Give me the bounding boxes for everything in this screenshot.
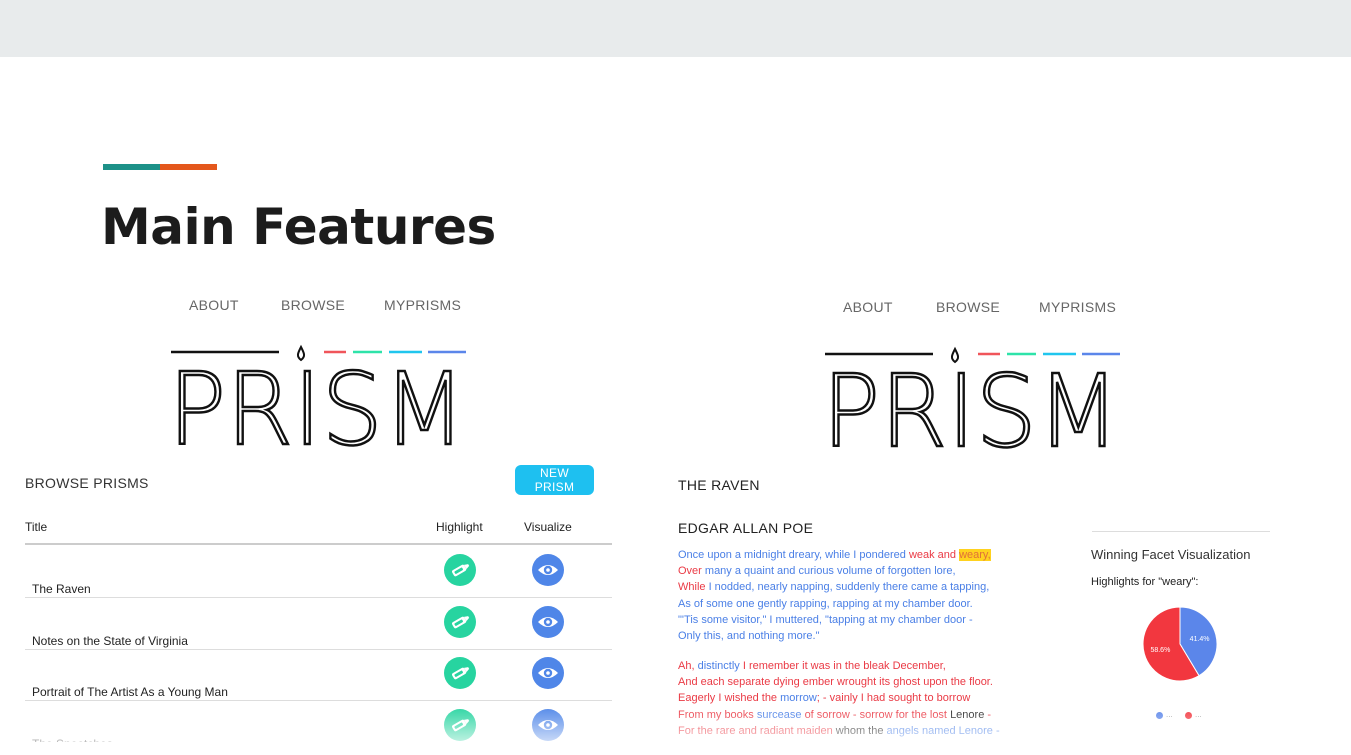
poem-stanza-1[interactable]: Once upon a midnight dreary, while I pon… <box>678 547 991 644</box>
nav-about[interactable]: ABOUT <box>189 297 239 313</box>
nav-about[interactable]: ABOUT <box>843 299 893 315</box>
nav-myprisms[interactable]: MYPRISMS <box>1039 299 1116 315</box>
slide-title: Main Features <box>101 198 496 256</box>
nav-myprisms[interactable]: MYPRISMS <box>384 297 461 313</box>
poem-line[interactable]: Once upon a midnight dreary, while I pon… <box>678 547 991 563</box>
poem-segment[interactable]: weak and <box>909 549 959 561</box>
poem-segment[interactable]: Eagerly I wished the <box>678 692 780 704</box>
row-title[interactable]: Notes on the State of Virginia <box>32 633 188 649</box>
visualization-title: Winning Facet Visualization <box>1091 547 1251 562</box>
top-bar <box>0 0 1351 57</box>
poem-line[interactable]: As of some one gently rapping, rapping a… <box>678 596 991 612</box>
row-title[interactable]: The Raven <box>32 581 91 597</box>
column-visualize: Visualize <box>524 520 572 534</box>
poem-segment[interactable]: Once upon a midnight dreary, while I pon… <box>678 549 909 561</box>
table-row[interactable]: Portrait of The Artist As a Young Man <box>25 649 612 701</box>
highlighter-icon[interactable] <box>444 605 476 638</box>
highlighter-icon[interactable] <box>444 554 476 586</box>
eye-icon[interactable] <box>532 605 564 638</box>
nav-browse[interactable]: BROWSE <box>281 297 345 313</box>
nav-browse[interactable]: BROWSE <box>936 299 1000 315</box>
bottom-fade <box>0 705 1351 755</box>
poem-segment[interactable]: As of some one gently rapping, rapping a… <box>678 598 973 610</box>
prism-title: THE RAVEN <box>678 477 760 493</box>
accent-bar-orange <box>160 164 217 170</box>
poem-line[interactable]: "'Tis some visitor," I muttered, "tappin… <box>678 612 991 628</box>
table-header-divider <box>25 543 612 545</box>
table-row[interactable]: The Raven <box>25 546 612 598</box>
poem-line[interactable]: And each separate dying ember wrought it… <box>678 674 1000 690</box>
poem-segment[interactable]: distinctly <box>698 660 743 672</box>
poem-segment[interactable]: Ah, <box>678 660 698 672</box>
browse-screenshot: ABOUT BROWSE MYPRISMS PRISM BROWSE PRISM… <box>0 280 640 742</box>
poem-segment[interactable]: Over <box>678 565 705 577</box>
poem-segment[interactable]: I remember it was in the bleak December, <box>743 660 946 672</box>
logo-wordmark: PRISM <box>168 351 466 450</box>
row-title[interactable]: Portrait of The Artist As a Young Man <box>32 684 228 700</box>
prism-author: EDGAR ALLAN POE <box>678 520 814 536</box>
browse-heading: BROWSE PRISMS <box>25 475 149 491</box>
pie-slice-label: 58.6% <box>1150 647 1170 654</box>
poem-segment[interactable]: morrow <box>780 692 817 704</box>
poem-segment[interactable]: While <box>678 581 709 593</box>
eye-icon[interactable] <box>532 657 564 689</box>
prism-logo[interactable]: PRISM <box>168 342 470 450</box>
poem-segment[interactable]: I nodded, nearly napping, suddenly there… <box>709 581 990 593</box>
logo-wordmark: PRISM <box>822 353 1120 452</box>
poem-line[interactable]: While I nodded, nearly napping, suddenly… <box>678 579 991 595</box>
poem-segment[interactable]: ; - vainly I had sought to borrow <box>817 692 970 704</box>
poem-segment[interactable]: Only this, and nothing more." <box>678 630 819 642</box>
poem-segment[interactable]: many a quaint and curious volume of forg… <box>705 565 956 577</box>
poem-segment[interactable]: And each separate dying ember wrought it… <box>678 676 993 688</box>
facet-pie-chart[interactable]: 41.4% 58.6% <box>1140 604 1220 684</box>
visualization-subtitle: Highlights for "weary": <box>1091 576 1199 588</box>
prism-logo[interactable]: PRISM <box>822 344 1124 452</box>
new-prism-button[interactable]: NEW PRISM <box>515 465 594 495</box>
column-title: Title <box>25 520 48 534</box>
poem-line[interactable]: Ah, distinctly I remember it was in the … <box>678 658 1000 674</box>
poem-line[interactable]: Over many a quaint and curious volume of… <box>678 563 991 579</box>
accent-bar-teal <box>103 164 160 170</box>
visualization-divider <box>1092 531 1270 532</box>
highlighter-icon[interactable] <box>444 657 476 689</box>
column-highlight: Highlight <box>436 520 483 534</box>
poem-line[interactable]: Only this, and nothing more." <box>678 628 991 644</box>
eye-icon[interactable] <box>532 554 564 586</box>
highlighted-word[interactable]: weary, <box>959 549 991 561</box>
poem-segment[interactable]: "'Tis some visitor," I muttered, "tappin… <box>678 614 973 626</box>
table-row[interactable]: Notes on the State of Virginia <box>25 598 612 650</box>
pie-slice-label: 41.4% <box>1190 636 1210 643</box>
prism-screenshot: ABOUT BROWSE MYPRISMS PRISM THE RAVEN ED… <box>664 280 1284 742</box>
